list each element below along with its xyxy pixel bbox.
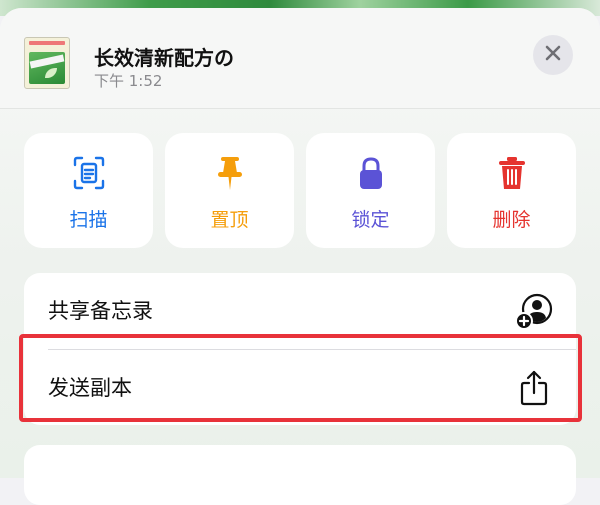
close-button[interactable] (533, 35, 573, 75)
share-up-icon (514, 368, 554, 408)
note-title: 长效清新配方の (94, 46, 234, 70)
delete-label: 删除 (492, 209, 531, 231)
share-person-icon (514, 291, 554, 331)
sheet-header: 长效清新配方の 下午 1:52 (0, 8, 600, 109)
share-note-label: 共享备忘录 (48, 299, 153, 323)
pin-icon (213, 153, 247, 193)
lock-button[interactable]: 锁定 (306, 133, 435, 248)
send-copy-row[interactable]: 发送副本 (24, 350, 576, 426)
send-copy-label: 发送副本 (48, 376, 132, 400)
trash-icon (495, 153, 529, 193)
scan-label: 扫描 (69, 209, 108, 231)
close-icon (545, 45, 561, 65)
note-thumbnail (24, 37, 70, 89)
lock-label: 锁定 (351, 209, 390, 231)
next-menu-group (24, 445, 576, 505)
lock-icon (354, 153, 388, 193)
pin-button[interactable]: 置顶 (165, 133, 294, 248)
share-note-row[interactable]: 共享备忘录 (24, 273, 576, 349)
pin-label: 置顶 (210, 209, 249, 231)
note-time: 下午 1:52 (94, 72, 163, 90)
scan-icon (72, 153, 106, 193)
menu-list: 共享备忘录 发送副本 (24, 273, 576, 425)
scan-button[interactable]: 扫描 (24, 133, 153, 248)
delete-button[interactable]: 删除 (447, 133, 576, 248)
